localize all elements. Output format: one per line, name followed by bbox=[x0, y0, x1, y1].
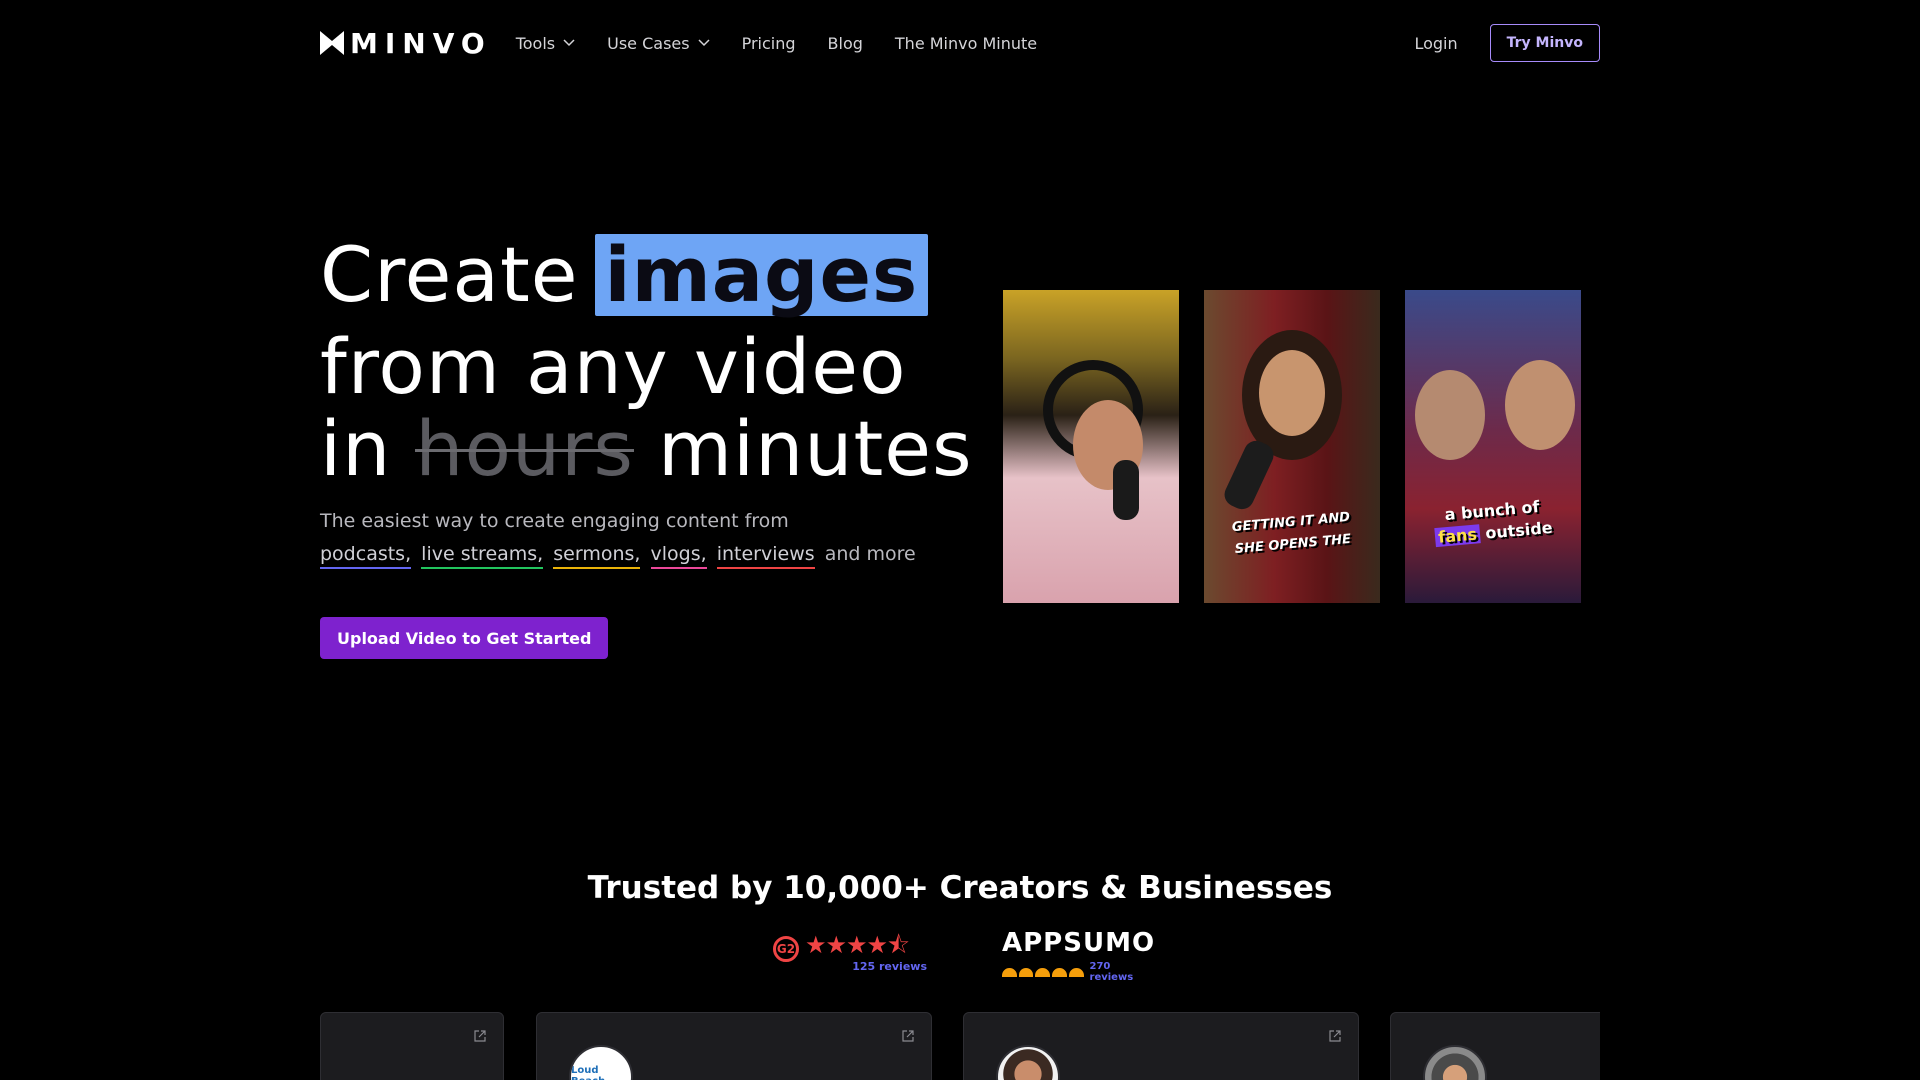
caption-outside: outside bbox=[1484, 517, 1554, 543]
content-types: podcasts, live streams, sermons, vlogs, … bbox=[320, 538, 940, 571]
subtitle-text: The easiest way to create engaging conte… bbox=[320, 510, 789, 532]
appsumo-tacos: 270 reviews bbox=[1002, 961, 1152, 983]
testimonial-carousel: Loud Beach bbox=[320, 1012, 1600, 1080]
nav-use-cases-label: Use Cases bbox=[607, 33, 690, 53]
nav-tools[interactable]: Tools bbox=[516, 34, 575, 53]
headline-line-3: in hours minutes bbox=[320, 404, 973, 494]
appsumo-logo: APPSUMO bbox=[1002, 928, 1156, 958]
taco-icon bbox=[1035, 967, 1051, 977]
testimonial-card[interactable]: Loud Beach bbox=[536, 1012, 932, 1080]
thumb-person-2 bbox=[1505, 360, 1575, 450]
top-nav: MINVO Tools Use Cases Pricing Blog The M… bbox=[320, 22, 1600, 64]
try-minvo-button[interactable]: Try Minvo bbox=[1489, 24, 1600, 62]
logo-text: MINVO bbox=[350, 26, 492, 60]
testimonial-card[interactable] bbox=[320, 1012, 504, 1080]
nav-right: Login Try Minvo bbox=[1414, 24, 1600, 62]
minvo-logo[interactable]: MINVO bbox=[320, 26, 492, 60]
testimonial-card[interactable] bbox=[963, 1012, 1359, 1080]
thumb-caption-3: a bunch of fans outside bbox=[1405, 492, 1581, 551]
taco-icon bbox=[1068, 967, 1084, 977]
headline-line-2: from any video bbox=[320, 322, 907, 411]
thumb-caption-2: GETTING IT AND SHE OPENS THE bbox=[1204, 504, 1380, 563]
taco-icon bbox=[1052, 967, 1067, 977]
headline-in: in bbox=[320, 404, 392, 493]
chevron-down-icon bbox=[698, 39, 710, 47]
external-link-icon[interactable] bbox=[901, 1029, 915, 1043]
headline-highlight-word: images bbox=[594, 234, 929, 316]
avatar: Loud Beach bbox=[569, 1045, 633, 1080]
nav-blog[interactable]: Blog bbox=[828, 34, 863, 53]
thumb-microphone bbox=[1113, 460, 1139, 520]
headline-minutes: minutes bbox=[657, 404, 973, 493]
g2-reviews: 125 reviews bbox=[852, 960, 927, 973]
content-type-interviews[interactable]: interviews bbox=[716, 543, 815, 569]
avatar bbox=[996, 1045, 1060, 1080]
taco-icon bbox=[1002, 967, 1017, 977]
nav-minvo-minute[interactable]: The Minvo Minute bbox=[895, 34, 1037, 53]
thumb-face bbox=[1259, 350, 1325, 436]
content-type-live-streams[interactable]: live streams, bbox=[421, 543, 544, 569]
content-type-sermons[interactable]: sermons, bbox=[553, 543, 641, 569]
testimonial-card[interactable] bbox=[1390, 1012, 1600, 1080]
video-thumbnail-3[interactable]: a bunch of fans outside bbox=[1405, 290, 1581, 603]
content-type-vlogs[interactable]: vlogs, bbox=[650, 543, 707, 569]
g2-rating[interactable]: G2 ★★★★⯪ 125 reviews bbox=[773, 928, 927, 976]
nav-pricing[interactable]: Pricing bbox=[742, 34, 796, 53]
chevron-down-icon bbox=[563, 39, 575, 47]
and-more-text: and more bbox=[824, 543, 916, 565]
video-thumbnail-2[interactable]: GETTING IT AND SHE OPENS THE bbox=[1204, 290, 1380, 603]
login-link[interactable]: Login bbox=[1414, 34, 1457, 53]
caption-fans: fans bbox=[1434, 524, 1481, 548]
trust-heading: Trusted by 10,000+ Creators & Businesses bbox=[587, 870, 1333, 906]
headline-create: Create bbox=[320, 230, 579, 319]
thumb-microphone bbox=[1220, 436, 1278, 514]
appsumo-rating[interactable]: APPSUMO 270 reviews bbox=[1002, 928, 1156, 983]
g2-logo-icon: G2 bbox=[773, 935, 799, 962]
taco-icon bbox=[1018, 967, 1034, 977]
content-type-podcasts[interactable]: podcasts, bbox=[320, 543, 412, 569]
nav-use-cases[interactable]: Use Cases bbox=[607, 33, 710, 53]
thumb-person-1 bbox=[1415, 370, 1485, 460]
video-thumbnail-1[interactable] bbox=[1003, 290, 1179, 603]
hero-subtitle: The easiest way to create engaging conte… bbox=[320, 505, 940, 571]
headline-line-1: Create images bbox=[320, 230, 973, 320]
hero-headline: Create images from any video in hours mi… bbox=[320, 230, 973, 494]
nav-tools-label: Tools bbox=[515, 33, 556, 53]
external-link-icon[interactable] bbox=[473, 1029, 487, 1043]
nav-links: Tools Use Cases Pricing Blog The Minvo M… bbox=[516, 34, 1037, 53]
upload-video-button[interactable]: Upload Video to Get Started bbox=[320, 617, 609, 659]
headline-struck-word: hours bbox=[415, 404, 634, 493]
appsumo-reviews: 270 reviews bbox=[1089, 961, 1134, 983]
avatar bbox=[1423, 1045, 1487, 1080]
minvo-logo-icon bbox=[320, 31, 344, 55]
external-link-icon[interactable] bbox=[1328, 1029, 1342, 1043]
